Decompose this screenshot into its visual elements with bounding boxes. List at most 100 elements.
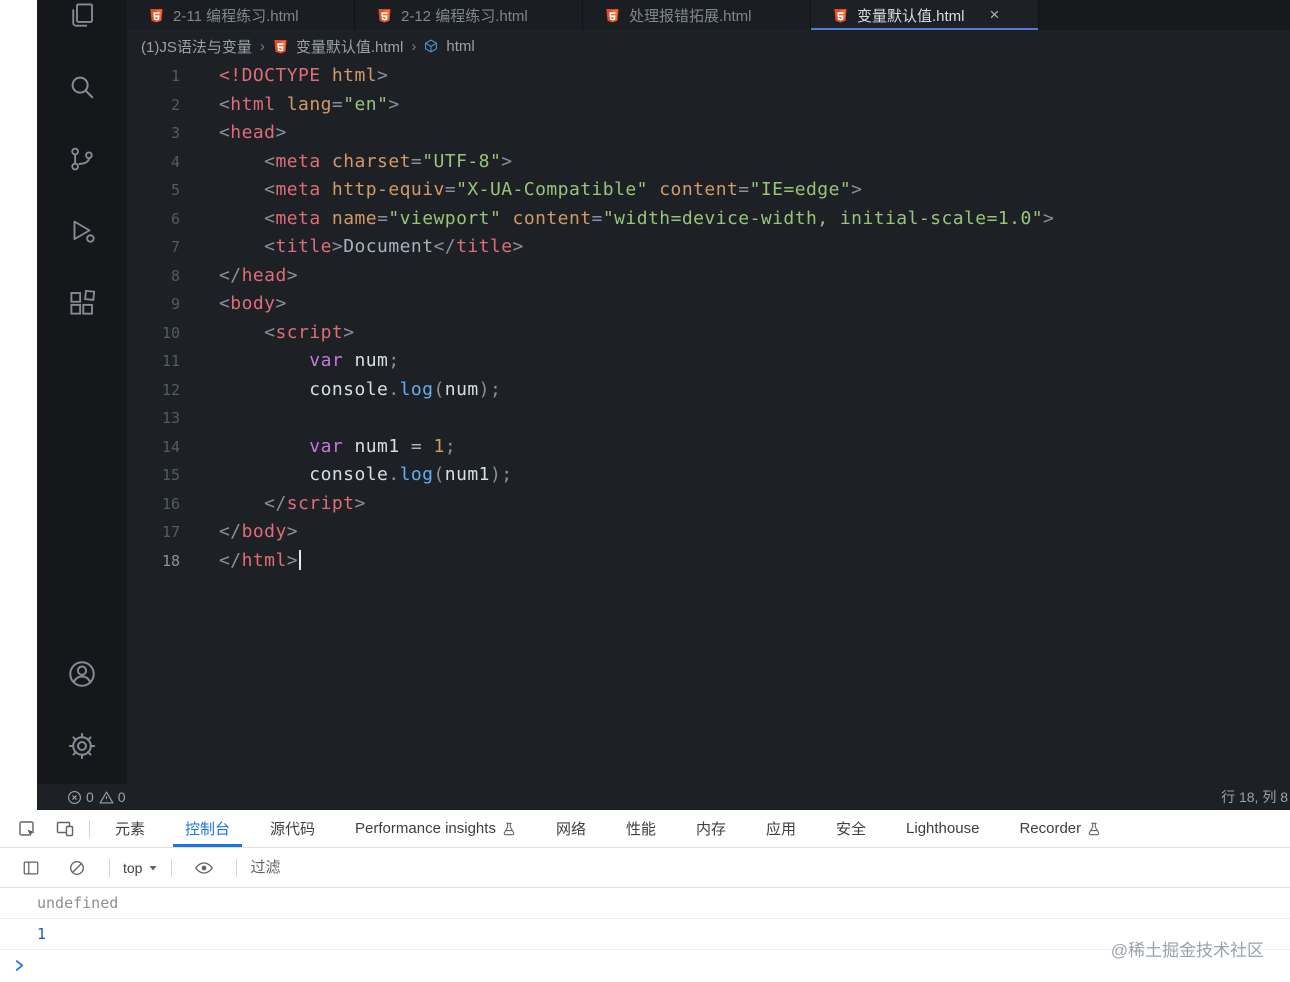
clear-console-icon[interactable] — [58, 859, 96, 877]
devtools-tab-application[interactable]: 应用 — [746, 810, 816, 847]
filter-input[interactable] — [250, 859, 671, 876]
account-icon[interactable] — [37, 638, 127, 710]
code-line[interactable]: 10 <script> — [127, 319, 1290, 348]
caret-down-icon — [148, 863, 158, 873]
divider — [171, 858, 173, 877]
eye-icon[interactable] — [185, 858, 223, 878]
code-line[interactable]: 3 <head> — [127, 119, 1290, 148]
activity-bar-top — [37, 0, 127, 339]
line-number: 10 — [161, 323, 180, 342]
line-content: <meta name="viewport" content="width=dev… — [264, 207, 1055, 229]
line-content: console.log(num); — [309, 378, 502, 400]
html-file-icon — [605, 8, 620, 23]
editor-status-bar: 0 0 行 18, 列 8 — [37, 784, 1290, 810]
html-file-icon — [833, 8, 848, 23]
devtools-tab-network[interactable]: 网络 — [536, 810, 606, 847]
devtools-tab-performance[interactable]: 性能 — [606, 810, 676, 847]
devtools-tab-label: 网络 — [555, 821, 586, 838]
line-number: 7 — [170, 238, 180, 256]
breadcrumb-symbol[interactable]: html — [446, 38, 474, 55]
devtools-tab-lighthouse[interactable]: Lighthouse — [886, 810, 999, 847]
code-line[interactable]: 13 — [127, 404, 1290, 433]
inspect-element-icon[interactable] — [8, 810, 46, 847]
run-debug-icon[interactable] — [37, 195, 127, 267]
breadcrumb-folder[interactable]: (1)JS语法与变量 — [141, 36, 252, 57]
html-file-icon — [377, 8, 392, 23]
line-number: 13 — [161, 409, 180, 427]
editor-tab[interactable]: 2-11 编程练习.html — [127, 0, 355, 30]
line-content: var num; — [309, 350, 400, 371]
line-content: </body> — [219, 521, 299, 542]
code-line[interactable]: 2 <html lang="en"> — [127, 91, 1290, 120]
console-prompt[interactable] — [0, 950, 1290, 980]
code-line[interactable]: 6 <meta name="viewport" content="width=d… — [127, 205, 1290, 234]
devtools-tab-console[interactable]: 控制台 — [165, 810, 250, 847]
code-editor[interactable]: 1 <!DOCTYPE html> 2 <html lang="en"> 3 <head>… — [127, 62, 1290, 784]
search-icon[interactable] — [37, 51, 127, 123]
devtools-tab-label: Lighthouse — [906, 820, 980, 837]
devtools-tab-recorder[interactable]: Recorder — [999, 810, 1121, 847]
editor-tab[interactable]: 2-12 编程练习.html — [355, 0, 583, 30]
code-line[interactable]: 9 <body> — [127, 290, 1290, 319]
devtools-panel: 元素 控制台 源代码 Performance insights 网络 性能 内存 应用 安全 Li… — [0, 810, 1290, 982]
code-line[interactable]: 11 var num; — [127, 347, 1290, 376]
tab-label: 2-12 编程练习.html — [401, 7, 528, 25]
devtools-tab-security[interactable]: 安全 — [816, 810, 886, 847]
devtools-tab-label: Performance insights — [355, 820, 496, 837]
code-line[interactable]: 7 <title>Document</title> — [127, 233, 1290, 262]
html-file-icon — [273, 39, 288, 54]
devtools-tab-memory[interactable]: 内存 — [676, 810, 746, 847]
activity-bar — [37, 0, 127, 784]
divider — [109, 858, 110, 877]
code-line[interactable]: 17 </body> — [127, 518, 1290, 547]
cursor-position[interactable]: 行 18, 列 8 — [1221, 787, 1288, 807]
line-content: <body> — [219, 293, 287, 314]
extensions-icon[interactable] — [37, 267, 127, 339]
console-row[interactable]: 1 — [0, 919, 1290, 950]
devtools-tab-label: 内存 — [695, 821, 726, 838]
code-line[interactable]: 18 </html> — [127, 547, 1290, 576]
devtools-tab-sources[interactable]: 源代码 — [250, 810, 335, 847]
line-content: <script> — [264, 321, 355, 343]
line-content: <meta charset="UTF-8"> — [264, 150, 513, 172]
warning-count: 0 — [117, 789, 126, 805]
line-number: 18 — [161, 551, 180, 570]
code-line[interactable]: 15 console.log(num1); — [127, 461, 1290, 490]
device-toolbar-icon[interactable] — [46, 810, 84, 847]
line-content: </head> — [219, 264, 299, 286]
error-circle-icon — [67, 790, 82, 805]
editor-tab[interactable]: 处理报错拓展.html — [583, 0, 811, 30]
code-line[interactable]: 4 <meta charset="UTF-8"> — [127, 148, 1290, 177]
html-file-icon — [149, 8, 164, 23]
code-line[interactable]: 16 </script> — [127, 490, 1290, 519]
line-number: 11 — [161, 352, 180, 370]
editor-tab[interactable]: 变量默认值.html × — [811, 0, 1039, 30]
devtools-tab-elements[interactable]: 元素 — [95, 810, 165, 847]
devtools-tab-label: 性能 — [625, 821, 656, 838]
line-content: <!DOCTYPE html> — [219, 65, 389, 86]
line-number: 12 — [161, 380, 180, 399]
context-selector[interactable]: top — [123, 860, 158, 876]
beaker-icon — [502, 822, 516, 836]
code-line[interactable]: 8 </head> — [127, 262, 1290, 291]
code-line[interactable]: 1 <!DOCTYPE html> — [127, 62, 1290, 91]
console-sidebar-icon[interactable] — [12, 859, 50, 877]
vscode-window: 2-11 编程练习.html 2-12 编程练习.html 处理报错拓展.html 变… — [37, 0, 1290, 810]
line-number: 3 — [170, 124, 180, 142]
line-number: 8 — [170, 266, 180, 285]
problems-indicator[interactable]: 0 0 — [67, 789, 126, 805]
code-line[interactable]: 5 <meta http-equiv="X-UA-Compatible" con… — [127, 176, 1290, 205]
line-content: <html lang="en"> — [219, 93, 400, 115]
line-content: </script> — [264, 492, 366, 514]
devtools-tab-performance-insights[interactable]: Performance insights — [335, 810, 536, 847]
close-icon[interactable]: × — [990, 5, 1000, 25]
code-line[interactable]: 12 console.log(num); — [127, 376, 1290, 405]
source-control-icon[interactable] — [37, 123, 127, 195]
line-content: <meta http-equiv="X-UA-Compatible" conte… — [264, 179, 863, 200]
files-icon[interactable] — [37, 0, 127, 51]
console-row[interactable]: undefined — [0, 888, 1290, 919]
breadcrumb-file[interactable]: 变量默认值.html — [296, 36, 404, 57]
settings-gear-icon[interactable] — [37, 710, 127, 782]
code-line[interactable]: 14 var num1 = 1; — [127, 433, 1290, 462]
devtools-tab-label: 元素 — [115, 821, 146, 838]
